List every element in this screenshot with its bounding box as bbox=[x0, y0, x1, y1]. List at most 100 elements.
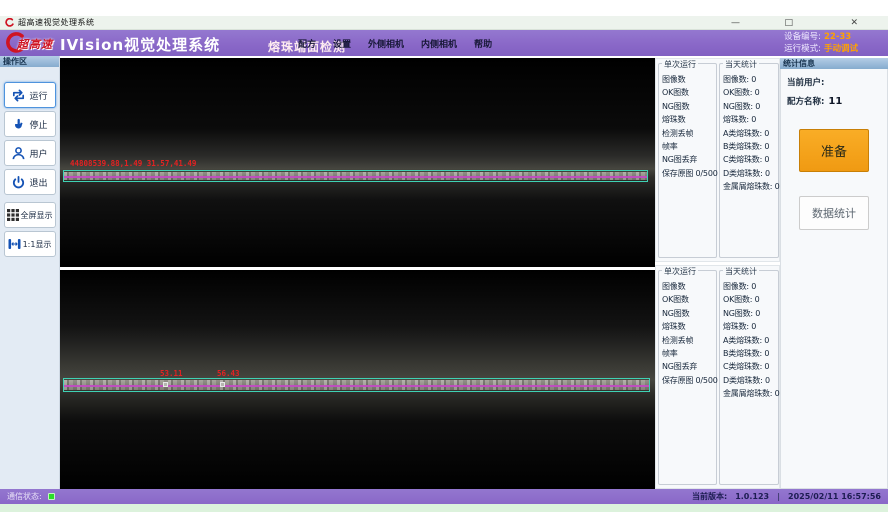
recipe-line: 配方名称: 11 bbox=[787, 95, 887, 107]
stat-row: OK图数: 0 bbox=[723, 293, 778, 306]
stat-row: OK图数 bbox=[662, 293, 716, 306]
defect-marker bbox=[163, 382, 168, 387]
version-label: 当前版本: bbox=[692, 491, 727, 502]
stat-row: 保存原图 0/500 bbox=[662, 167, 716, 180]
device-number-value: 22-33 bbox=[824, 32, 851, 42]
stat-row: NG图数 bbox=[662, 100, 716, 113]
run-mode-value: 手动调试 bbox=[824, 44, 858, 54]
stat-row: C类熔珠数: 0 bbox=[723, 153, 778, 166]
app-title: IVision视觉处理系统 bbox=[60, 34, 220, 55]
menu-inner-camera[interactable]: 内侧相机 bbox=[421, 37, 457, 50]
operation-sidebar: 操作区 运行 停止 用户 bbox=[0, 56, 60, 489]
run-button-label: 运行 bbox=[29, 89, 47, 102]
window-titlebar: 超高速视觉处理系统 — □ ✕ bbox=[0, 16, 888, 30]
stat-row: A类熔珠数: 0 bbox=[723, 127, 778, 140]
device-number-label: 设备编号: bbox=[784, 32, 821, 42]
single-run-title: 单次运行 bbox=[662, 59, 698, 70]
stat-row: 帧率 bbox=[662, 347, 716, 360]
daily-stats-title: 当天统计 bbox=[723, 266, 759, 277]
current-user-line: 当前用户: bbox=[787, 76, 887, 88]
fullscreen-grid-icon bbox=[7, 209, 19, 221]
recipe-name-value: 11 bbox=[828, 96, 842, 107]
single-run-groupbox: 单次运行 图像数 OK图数 NG图数 熔珠数 检测丢帧 帧率 NG图丢弃 保存原… bbox=[658, 63, 717, 258]
info-panel-title: 统计信息 bbox=[780, 58, 888, 69]
stat-row: 图像数: 0 bbox=[723, 280, 778, 293]
defect-marker bbox=[220, 382, 225, 387]
stat-row: NG图数 bbox=[662, 307, 716, 320]
stat-row: 图像数 bbox=[662, 73, 716, 86]
stat-row: 保存原图 0/500 bbox=[662, 374, 716, 387]
one-to-one-button[interactable]: 1:1显示 bbox=[4, 231, 56, 257]
power-icon bbox=[11, 175, 26, 190]
stat-row: 熔珠数: 0 bbox=[723, 113, 778, 126]
user-icon bbox=[11, 146, 26, 161]
minimize-button[interactable]: — bbox=[731, 17, 740, 29]
stat-row: NG图丢弃 bbox=[662, 153, 716, 166]
stat-row: B类熔珠数: 0 bbox=[723, 347, 778, 360]
stat-row: 熔珠数 bbox=[662, 320, 716, 333]
app-header: 超高速 IVision视觉处理系统 熔珠端面检测 配方 设置 外侧相机 内侧相机… bbox=[0, 30, 888, 56]
stat-row: C类熔珠数: 0 bbox=[723, 360, 778, 373]
exit-button-label: 退出 bbox=[29, 176, 47, 189]
device-info: 设备编号:22-33 运行模式:手动调试 bbox=[784, 31, 858, 55]
window-title: 超高速视觉处理系统 bbox=[18, 17, 95, 28]
app-window: 超高速视觉处理系统 — □ ✕ 超高速 IVision视觉处理系统 熔珠端面检测… bbox=[0, 0, 888, 522]
stat-row: 检测丢帧 bbox=[662, 334, 716, 347]
menu-recipe[interactable]: 配方 bbox=[298, 37, 316, 50]
run-cycle-icon bbox=[11, 88, 26, 103]
camera-view-top: 44808539.88,1.49 31.57,41.49 bbox=[60, 58, 655, 267]
daily-stats-groupbox: 当天统计 图像数: 0 OK图数: 0 NG图数: 0 熔珠数: 0 A类熔珠数… bbox=[719, 270, 779, 485]
weld-detection-rect bbox=[63, 378, 650, 392]
data-statistics-button[interactable]: 数据统计 bbox=[799, 196, 869, 230]
stat-row: A类熔珠数: 0 bbox=[723, 334, 778, 347]
stats-panel-bottom: 单次运行 图像数 OK图数 NG图数 熔珠数 检测丢帧 帧率 NG图丢弃 保存原… bbox=[655, 265, 780, 489]
measurement-annotation: 53.11 bbox=[160, 369, 183, 378]
single-run-title: 单次运行 bbox=[662, 266, 698, 277]
fullscreen-button[interactable]: 全屏显示 bbox=[4, 202, 56, 228]
stop-button-label: 停止 bbox=[29, 118, 47, 131]
stat-row: 熔珠数: 0 bbox=[723, 320, 778, 333]
stat-row: 金属屑熔珠数: 0 bbox=[723, 180, 778, 193]
user-button[interactable]: 用户 bbox=[4, 140, 56, 166]
stat-row: D类熔珠数: 0 bbox=[723, 374, 778, 387]
menu-settings[interactable]: 设置 bbox=[333, 37, 351, 50]
close-button[interactable]: ✕ bbox=[850, 17, 858, 29]
measurement-annotation: 44808539.88,1.49 31.57,41.49 bbox=[70, 159, 196, 168]
exit-button[interactable]: 退出 bbox=[4, 169, 56, 195]
separator: | bbox=[777, 492, 780, 501]
maximize-button[interactable]: □ bbox=[784, 17, 793, 29]
datetime-value: 2025/02/11 16:57:56 bbox=[788, 492, 881, 501]
one-to-one-icon bbox=[8, 238, 21, 250]
menu-bar: 配方 设置 外侧相机 内侧相机 帮助 bbox=[298, 30, 492, 56]
daily-stats-groupbox: 当天统计 图像数: 0 OK图数: 0 NG图数: 0 熔珠数: 0 A类熔珠数… bbox=[719, 63, 779, 258]
run-button[interactable]: 运行 bbox=[4, 82, 56, 108]
measurement-annotation: 56.43 bbox=[217, 369, 240, 378]
user-button-label: 用户 bbox=[29, 147, 47, 160]
recipe-name-label: 配方名称: bbox=[787, 97, 824, 107]
fullscreen-button-label: 全屏显示 bbox=[21, 210, 53, 221]
comm-status-indicator bbox=[48, 493, 55, 500]
stat-row: 帧率 bbox=[662, 140, 716, 153]
stat-row: 检测丢帧 bbox=[662, 127, 716, 140]
app-logo-icon bbox=[5, 18, 14, 27]
statistics-info-panel: 统计信息 当前用户: 配方名称: 11 准备 数据统计 bbox=[780, 58, 888, 489]
daily-stats-title: 当天统计 bbox=[723, 59, 759, 70]
weld-centerline bbox=[64, 176, 647, 178]
current-user-label: 当前用户: bbox=[787, 78, 824, 88]
weld-centerline bbox=[64, 385, 649, 387]
weld-strip bbox=[64, 172, 647, 180]
menu-outer-camera[interactable]: 外侧相机 bbox=[368, 37, 404, 50]
single-run-groupbox: 单次运行 图像数 OK图数 NG图数 熔珠数 检测丢帧 帧率 NG图丢弃 保存原… bbox=[658, 270, 717, 485]
stat-row: B类熔珠数: 0 bbox=[723, 140, 778, 153]
hand-stop-icon bbox=[11, 117, 26, 132]
menu-help[interactable]: 帮助 bbox=[474, 37, 492, 50]
run-mode-label: 运行模式: bbox=[784, 44, 821, 54]
sidebar-title: 操作区 bbox=[0, 56, 59, 67]
stat-row: 熔珠数 bbox=[662, 113, 716, 126]
stats-panel-top: 单次运行 图像数 OK图数 NG图数 熔珠数 检测丢帧 帧率 NG图丢弃 保存原… bbox=[655, 58, 780, 262]
weld-strip bbox=[64, 380, 649, 390]
stat-row: D类熔珠数: 0 bbox=[723, 167, 778, 180]
comm-status-label: 通信状态: bbox=[7, 491, 42, 502]
stop-button[interactable]: 停止 bbox=[4, 111, 56, 137]
prepare-button[interactable]: 准备 bbox=[799, 129, 869, 172]
